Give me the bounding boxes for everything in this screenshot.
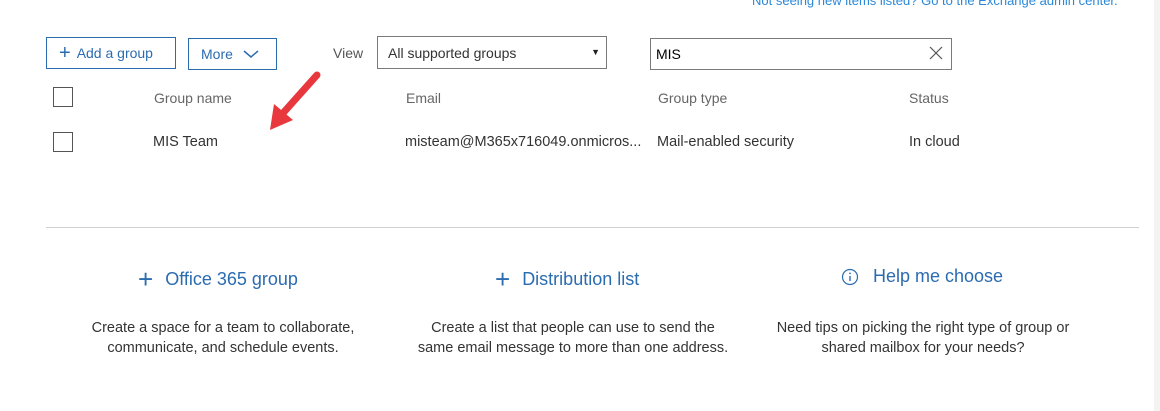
- office-365-group-link[interactable]: + Office 365 group: [138, 266, 298, 292]
- help-me-choose-description: Need tips on picking the right type of g…: [776, 320, 1070, 356]
- distribution-list-description: Create a list that people can use to sen…: [417, 320, 729, 356]
- dropdown-caret-icon: ▼: [591, 47, 600, 57]
- view-select-value: All supported groups: [388, 45, 517, 61]
- row-checkbox[interactable]: [53, 132, 73, 152]
- help-me-choose-label: Help me choose: [873, 266, 1004, 286]
- header-group-type[interactable]: Group type: [658, 90, 727, 106]
- view-select[interactable]: All supported groups ▼: [377, 36, 607, 69]
- plus-icon: +: [495, 264, 511, 294]
- distribution-list-label: Distribution list: [522, 268, 640, 289]
- group-type-cell: Mail-enabled security: [657, 134, 795, 150]
- more-button[interactable]: More: [188, 38, 277, 70]
- search-input[interactable]: MIS: [650, 38, 952, 70]
- add-group-label: Add a group: [76, 45, 153, 61]
- section-divider: [46, 227, 1139, 228]
- info-icon: [841, 268, 859, 285]
- close-icon[interactable]: [929, 46, 943, 60]
- select-all-checkbox[interactable]: [53, 87, 73, 107]
- red-arrow-annotation: [270, 71, 321, 130]
- help-me-choose-link[interactable]: Help me choose: [841, 266, 1003, 287]
- office-365-group-label: Office 365 group: [165, 268, 298, 289]
- status-cell: In cloud: [909, 134, 960, 150]
- more-label: More: [201, 46, 233, 62]
- add-group-button[interactable]: + Add a group: [46, 37, 176, 69]
- header-email[interactable]: Email: [406, 90, 441, 106]
- distribution-list-link[interactable]: + Distribution list: [495, 266, 639, 292]
- header-status[interactable]: Status: [909, 90, 949, 106]
- header-group-name[interactable]: Group name: [154, 90, 232, 106]
- search-value: MIS: [656, 46, 681, 62]
- email-cell: misteam@M365x716049.onmicros...: [405, 134, 642, 150]
- scrollbar-track[interactable]: [1154, 0, 1160, 411]
- plus-icon: +: [59, 42, 71, 64]
- office-365-group-description: Create a space for a team to collaborate…: [91, 320, 355, 356]
- exchange-admin-notice-link[interactable]: Not seeing new items listed? Go to the E…: [752, 0, 1118, 8]
- view-label: View: [333, 45, 364, 61]
- plus-icon: +: [138, 264, 154, 294]
- chevron-down-icon: [243, 50, 259, 58]
- group-name-cell[interactable]: MIS Team: [153, 134, 218, 150]
